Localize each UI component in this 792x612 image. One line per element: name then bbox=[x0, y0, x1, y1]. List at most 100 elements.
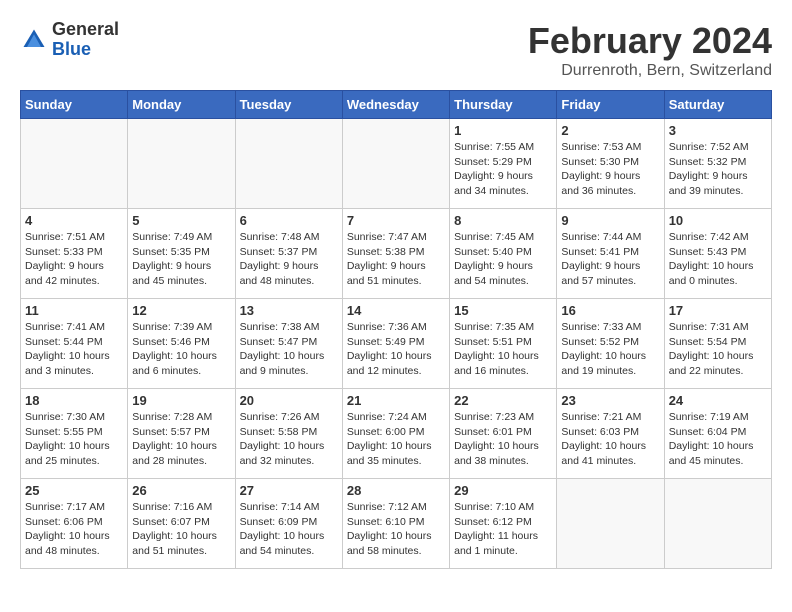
weekday-header-saturday: Saturday bbox=[664, 91, 771, 119]
day-number: 18 bbox=[25, 393, 123, 408]
calendar-cell: 24Sunrise: 7:19 AMSunset: 6:04 PMDayligh… bbox=[664, 389, 771, 479]
day-info: Sunrise: 7:12 AMSunset: 6:10 PMDaylight:… bbox=[347, 500, 445, 559]
day-number: 26 bbox=[132, 483, 230, 498]
calendar-cell: 25Sunrise: 7:17 AMSunset: 6:06 PMDayligh… bbox=[21, 479, 128, 569]
calendar-cell: 7 Sunrise: 7:47 AMSunset: 5:38 PMDaylight… bbox=[342, 209, 449, 299]
day-number: 6 bbox=[240, 213, 338, 228]
week-row-0: 1 Sunrise: 7:55 AMSunset: 5:29 PMDaylight… bbox=[21, 119, 772, 209]
day-number: 22 bbox=[454, 393, 552, 408]
day-info: Sunrise: 7:16 AMSunset: 6:07 PMDaylight:… bbox=[132, 500, 230, 559]
calendar-cell bbox=[21, 119, 128, 209]
calendar-cell: 23Sunrise: 7:21 AMSunset: 6:03 PMDayligh… bbox=[557, 389, 664, 479]
title-area: February 2024 Durrenroth, Bern, Switzerl… bbox=[528, 20, 772, 80]
calendar-cell: 15 Sunrise: 7:35 AMSunset: 5:51 PMDayligh… bbox=[450, 299, 557, 389]
page-header: General Blue February 2024 Durrenroth, B… bbox=[20, 20, 772, 80]
day-number: 11 bbox=[25, 303, 123, 318]
calendar-cell: 28Sunrise: 7:12 AMSunset: 6:10 PMDayligh… bbox=[342, 479, 449, 569]
calendar-cell: 13Sunrise: 7:38 AMSunset: 5:47 PMDayligh… bbox=[235, 299, 342, 389]
calendar-cell bbox=[342, 119, 449, 209]
day-info: Sunrise: 7:44 AMSunset: 5:41 PMDaylight:… bbox=[561, 230, 659, 289]
calendar-cell bbox=[235, 119, 342, 209]
calendar-cell: 27Sunrise: 7:14 AMSunset: 6:09 PMDayligh… bbox=[235, 479, 342, 569]
day-info: Sunrise: 7:39 AMSunset: 5:46 PMDaylight:… bbox=[132, 320, 230, 379]
day-info: Sunrise: 7:31 AMSunset: 5:54 PMDaylight:… bbox=[669, 320, 767, 379]
day-info: Sunrise: 7:48 AMSunset: 5:37 PMDaylight:… bbox=[240, 230, 338, 289]
day-number: 7 bbox=[347, 213, 445, 228]
week-row-2: 11 Sunrise: 7:41 AMSunset: 5:44 PMDayligh… bbox=[21, 299, 772, 389]
calendar-cell: 18 Sunrise: 7:30 AMSunset: 5:55 PMDayligh… bbox=[21, 389, 128, 479]
day-number: 16 bbox=[561, 303, 659, 318]
day-number: 25 bbox=[25, 483, 123, 498]
calendar-cell bbox=[128, 119, 235, 209]
calendar-cell: 4 Sunrise: 7:51 AMSunset: 5:33 PMDaylight… bbox=[21, 209, 128, 299]
week-row-4: 25Sunrise: 7:17 AMSunset: 6:06 PMDayligh… bbox=[21, 479, 772, 569]
location-title: Durrenroth, Bern, Switzerland bbox=[528, 62, 772, 80]
day-number: 5 bbox=[132, 213, 230, 228]
calendar-cell: 21Sunrise: 7:24 AMSunset: 6:00 PMDayligh… bbox=[342, 389, 449, 479]
calendar-cell bbox=[664, 479, 771, 569]
calendar-cell: 2Sunrise: 7:53 AMSunset: 5:30 PMDaylight… bbox=[557, 119, 664, 209]
calendar-table: SundayMondayTuesdayWednesdayThursdayFrid… bbox=[20, 90, 772, 569]
day-number: 13 bbox=[240, 303, 338, 318]
day-info: Sunrise: 7:42 AMSunset: 5:43 PMDaylight:… bbox=[669, 230, 767, 289]
calendar-cell: 12 Sunrise: 7:39 AMSunset: 5:46 PMDayligh… bbox=[128, 299, 235, 389]
day-number: 8 bbox=[454, 213, 552, 228]
day-number: 20 bbox=[240, 393, 338, 408]
day-info: Sunrise: 7:51 AMSunset: 5:33 PMDaylight:… bbox=[25, 230, 123, 289]
day-number: 4 bbox=[25, 213, 123, 228]
calendar-cell: 10 Sunrise: 7:42 AMSunset: 5:43 PMDayligh… bbox=[664, 209, 771, 299]
calendar-cell: 11 Sunrise: 7:41 AMSunset: 5:44 PMDayligh… bbox=[21, 299, 128, 389]
day-info: Sunrise: 7:10 AMSunset: 6:12 PMDaylight:… bbox=[454, 500, 552, 559]
day-number: 1 bbox=[454, 123, 552, 138]
logo-text: General Blue bbox=[52, 20, 119, 60]
day-info: Sunrise: 7:45 AMSunset: 5:40 PMDaylight:… bbox=[454, 230, 552, 289]
weekday-header-tuesday: Tuesday bbox=[235, 91, 342, 119]
day-number: 12 bbox=[132, 303, 230, 318]
calendar-cell: 14 Sunrise: 7:36 AMSunset: 5:49 PMDayligh… bbox=[342, 299, 449, 389]
day-number: 23 bbox=[561, 393, 659, 408]
calendar-cell bbox=[557, 479, 664, 569]
calendar-cell: 8 Sunrise: 7:45 AMSunset: 5:40 PMDaylight… bbox=[450, 209, 557, 299]
calendar-cell: 20 Sunrise: 7:26 AMSunset: 5:58 PMDayligh… bbox=[235, 389, 342, 479]
day-info: Sunrise: 7:33 AMSunset: 5:52 PMDaylight:… bbox=[561, 320, 659, 379]
day-number: 9 bbox=[561, 213, 659, 228]
day-number: 14 bbox=[347, 303, 445, 318]
day-info: Sunrise: 7:53 AMSunset: 5:30 PMDaylight:… bbox=[561, 140, 659, 199]
week-row-3: 18 Sunrise: 7:30 AMSunset: 5:55 PMDayligh… bbox=[21, 389, 772, 479]
weekday-header-sunday: Sunday bbox=[21, 91, 128, 119]
day-info: Sunrise: 7:14 AMSunset: 6:09 PMDaylight:… bbox=[240, 500, 338, 559]
calendar-cell: 3 Sunrise: 7:52 AMSunset: 5:32 PMDaylight… bbox=[664, 119, 771, 209]
logo-icon bbox=[20, 26, 48, 54]
calendar-cell: 22 Sunrise: 7:23 AMSunset: 6:01 PMDayligh… bbox=[450, 389, 557, 479]
day-info: Sunrise: 7:24 AMSunset: 6:00 PMDaylight:… bbox=[347, 410, 445, 469]
day-info: Sunrise: 7:47 AMSunset: 5:38 PMDaylight:… bbox=[347, 230, 445, 289]
month-title: February 2024 bbox=[528, 20, 772, 62]
day-info: Sunrise: 7:36 AMSunset: 5:49 PMDaylight:… bbox=[347, 320, 445, 379]
day-info: Sunrise: 7:23 AMSunset: 6:01 PMDaylight:… bbox=[454, 410, 552, 469]
calendar-cell: 16 Sunrise: 7:33 AMSunset: 5:52 PMDayligh… bbox=[557, 299, 664, 389]
day-info: Sunrise: 7:35 AMSunset: 5:51 PMDaylight:… bbox=[454, 320, 552, 379]
calendar-cell: 26 Sunrise: 7:16 AMSunset: 6:07 PMDayligh… bbox=[128, 479, 235, 569]
day-number: 10 bbox=[669, 213, 767, 228]
day-info: Sunrise: 7:41 AMSunset: 5:44 PMDaylight:… bbox=[25, 320, 123, 379]
day-info: Sunrise: 7:55 AMSunset: 5:29 PMDaylight:… bbox=[454, 140, 552, 199]
day-number: 15 bbox=[454, 303, 552, 318]
calendar-cell: 6 Sunrise: 7:48 AMSunset: 5:37 PMDaylight… bbox=[235, 209, 342, 299]
day-number: 17 bbox=[669, 303, 767, 318]
logo-blue: Blue bbox=[52, 39, 91, 59]
day-info: Sunrise: 7:26 AMSunset: 5:58 PMDaylight:… bbox=[240, 410, 338, 469]
day-number: 24 bbox=[669, 393, 767, 408]
weekday-header-monday: Monday bbox=[128, 91, 235, 119]
calendar-cell: 9 Sunrise: 7:44 AMSunset: 5:41 PMDaylight… bbox=[557, 209, 664, 299]
weekday-header-wednesday: Wednesday bbox=[342, 91, 449, 119]
calendar-cell: 17 Sunrise: 7:31 AMSunset: 5:54 PMDayligh… bbox=[664, 299, 771, 389]
day-info: Sunrise: 7:30 AMSunset: 5:55 PMDaylight:… bbox=[25, 410, 123, 469]
weekday-header-row: SundayMondayTuesdayWednesdayThursdayFrid… bbox=[21, 91, 772, 119]
day-number: 3 bbox=[669, 123, 767, 138]
week-row-1: 4 Sunrise: 7:51 AMSunset: 5:33 PMDaylight… bbox=[21, 209, 772, 299]
day-number: 29 bbox=[454, 483, 552, 498]
logo-general: General bbox=[52, 19, 119, 39]
day-info: Sunrise: 7:52 AMSunset: 5:32 PMDaylight:… bbox=[669, 140, 767, 199]
calendar-cell: 5Sunrise: 7:49 AMSunset: 5:35 PMDaylight… bbox=[128, 209, 235, 299]
calendar-cell: 1 Sunrise: 7:55 AMSunset: 5:29 PMDaylight… bbox=[450, 119, 557, 209]
